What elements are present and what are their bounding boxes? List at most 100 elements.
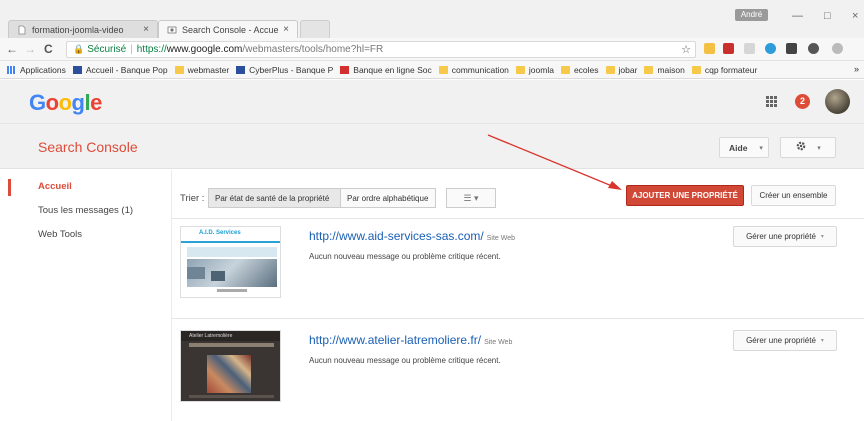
url-path: /webmasters/tools/home?hl=FR <box>242 44 384 55</box>
google-bar: Google 2 <box>0 80 864 124</box>
extension-icon[interactable] <box>704 43 715 54</box>
bookmark-item[interactable]: cqp formateur <box>691 64 758 75</box>
profile-badge[interactable]: André <box>735 9 768 21</box>
extension-icon[interactable] <box>744 43 755 54</box>
tab-search-console[interactable]: Search Console - Accueil × <box>158 20 298 38</box>
extension-icon[interactable] <box>832 43 843 54</box>
bookmark-label: ecoles <box>573 64 599 75</box>
lock-icon: 🔒 <box>73 44 85 54</box>
bookmark-item[interactable]: joomla <box>515 65 554 75</box>
bookmark-star-icon[interactable]: ☆ <box>681 43 691 56</box>
sort-by-health-button[interactable]: Par état de santé de la propriété <box>208 188 340 208</box>
settings-extension-icon[interactable] <box>808 43 819 54</box>
extension-icon[interactable] <box>765 43 776 54</box>
bank-icon <box>72 65 82 74</box>
sidebar-item-accueil[interactable]: Accueil <box>38 181 72 192</box>
page-icon <box>17 25 27 35</box>
bookmark-item[interactable]: Accueil - Banque Pop <box>72 64 168 75</box>
site-url-link[interactable]: http://www.aid-services-sas.com/Site Web <box>309 229 515 243</box>
bookmark-label: Accueil - Banque Pop <box>85 64 168 75</box>
tab-formation-joomla[interactable]: formation-joomla-video × <box>8 20 158 38</box>
bookmark-item[interactable]: jobar <box>605 65 637 75</box>
new-tab-button[interactable] <box>300 20 330 38</box>
folder-icon <box>515 65 525 74</box>
gear-icon <box>795 140 807 155</box>
folder-icon <box>560 65 570 74</box>
search-console-icon <box>167 25 177 35</box>
sidebar-item-web-tools[interactable]: Web Tools <box>38 229 82 240</box>
sort-label: Trier : <box>180 193 205 204</box>
settings-button[interactable]: ▾ <box>780 137 836 158</box>
apps-grid-icon <box>7 65 16 74</box>
active-indicator <box>8 179 11 196</box>
folder-icon <box>644 65 654 74</box>
tab-close-icon[interactable]: × <box>283 24 289 35</box>
site-url[interactable]: http://www.atelier-latremoliere.fr/ <box>309 333 481 347</box>
manage-property-button[interactable]: Gérer une propriété ▾ <box>733 226 837 247</box>
site-row: Atelier Latremolière http://www.atelier-… <box>172 330 864 410</box>
folder-icon <box>174 65 184 74</box>
address-bar: ← → C 🔒 Sécurisé | https:// www.google.c… <box>0 38 864 61</box>
row-divider <box>172 218 864 219</box>
browser-titlebar: formation-joomla-video × Search Console … <box>0 0 864 38</box>
sidebar-item-messages[interactable]: Tous les messages (1) <box>38 205 133 216</box>
tab-label: Search Console - Accueil <box>182 24 280 35</box>
forward-icon[interactable]: → <box>24 42 36 56</box>
help-button[interactable]: Aide ▾ <box>719 137 769 158</box>
tab-close-icon[interactable]: × <box>143 24 149 35</box>
site-type: Site Web <box>484 339 513 346</box>
bookmark-label: Banque en ligne Soc <box>353 64 432 75</box>
create-set-button[interactable]: Créer un ensemble <box>751 185 836 206</box>
page-title[interactable]: Search Console <box>38 139 138 155</box>
url-input[interactable]: 🔒 Sécurisé | https:// www.google.com /we… <box>66 41 696 58</box>
bookmarks-bar: Applications Accueil - Banque Pop webmaste… <box>0 61 864 79</box>
logo-letter: e <box>90 90 102 115</box>
site-type: Site Web <box>486 235 515 242</box>
back-icon[interactable]: ← <box>6 42 18 56</box>
bookmark-item[interactable]: maison <box>644 64 685 75</box>
bookmarks-more-icon[interactable]: » <box>854 64 859 74</box>
site-thumbnail[interactable]: Atelier Latremolière <box>180 330 281 402</box>
reload-icon[interactable]: C <box>44 42 53 56</box>
bookmark-label: CyberPlus - Banque P <box>249 64 334 75</box>
logo-letter: o <box>45 90 59 115</box>
search-console-header: Search Console Aide ▾ ▾ <box>0 124 864 169</box>
bookmark-item[interactable]: webmaster <box>174 64 230 75</box>
bookmark-item[interactable]: communication <box>438 65 509 75</box>
minimize-icon[interactable]: — <box>792 10 803 22</box>
folder-icon <box>605 65 615 74</box>
close-window-icon[interactable]: × <box>852 10 858 22</box>
bookmark-label: webmaster <box>187 64 230 75</box>
bookmark-item[interactable]: CyberPlus - Banque P <box>236 65 333 75</box>
manage-property-button[interactable]: Gérer une propriété ▾ <box>733 330 837 351</box>
thumbnail-title: A.I.D. Services <box>199 230 241 236</box>
url-separator: | <box>130 44 133 55</box>
avatar[interactable] <box>825 89 850 114</box>
list-view-icon[interactable]: ☰ ▾ <box>446 188 496 208</box>
folder-icon <box>438 65 448 74</box>
site-url[interactable]: http://www.aid-services-sas.com/ <box>309 229 484 243</box>
google-logo[interactable]: Google <box>29 90 102 116</box>
bookmark-item[interactable]: Applications <box>7 65 66 75</box>
logo-letter: G <box>29 90 46 115</box>
pdf-extension-icon[interactable] <box>723 43 734 54</box>
site-status-message: Aucun nouveau message ou problème critiq… <box>309 252 501 261</box>
site-url-link[interactable]: http://www.atelier-latremoliere.fr/Site … <box>309 333 512 347</box>
extension-icon[interactable] <box>786 43 797 54</box>
bookmark-label: maison <box>657 64 685 75</box>
maximize-icon[interactable]: □ <box>824 10 831 22</box>
site-status-message: Aucun nouveau message ou problème critiq… <box>309 356 501 365</box>
apps-grid-icon[interactable] <box>766 96 777 107</box>
bank-icon <box>340 65 350 74</box>
bookmark-item[interactable]: ecoles <box>560 64 599 75</box>
chevron-down-icon: ▾ <box>759 144 763 152</box>
chevron-down-icon: ▾ <box>817 144 821 152</box>
add-property-button[interactable]: AJOUTER UNE PROPRIÉTÉ <box>626 185 744 206</box>
site-thumbnail[interactable]: A.I.D. Services <box>180 226 281 298</box>
notifications-badge[interactable]: 2 <box>795 94 810 109</box>
tab-label: formation-joomla-video <box>32 24 124 35</box>
sort-alphabetical-button[interactable]: Par ordre alphabétique <box>340 188 436 208</box>
bookmark-label: cqp formateur <box>704 64 758 75</box>
logo-letter: o <box>58 90 72 115</box>
bookmark-item[interactable]: Banque en ligne Soc <box>340 64 432 75</box>
